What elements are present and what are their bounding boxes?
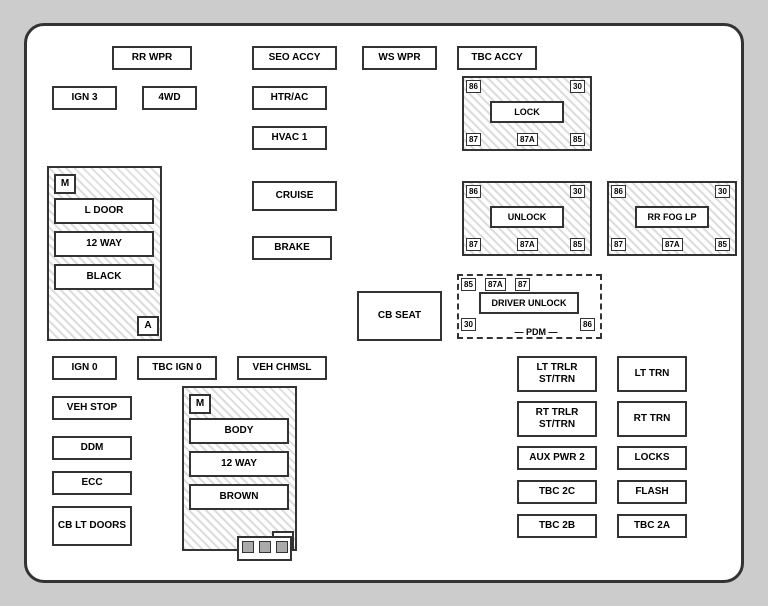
tbc-2a: TBC 2A [617, 514, 687, 538]
tbc-accy: TBC ACCY [457, 46, 537, 70]
rr-wpr: RR WPR [112, 46, 192, 70]
unlock-relay-pin-30: 30 [570, 185, 585, 198]
lock-relay-pin-85: 85 [570, 133, 585, 146]
seo-accy: SEO ACCY [252, 46, 337, 70]
ign3: IGN 3 [52, 86, 117, 110]
lock-relay-pin-86: 86 [466, 80, 481, 93]
rr-fog-relay-pin-85: 85 [715, 238, 730, 251]
connector-pin-2 [276, 541, 288, 553]
rt-trn: RT TRN [617, 401, 687, 437]
pdm-label: — PDM — [515, 327, 558, 337]
connector-pin-1 [259, 541, 271, 553]
12-way-b: 12 WAY [189, 451, 289, 477]
12-way-l: 12 WAY [54, 231, 154, 257]
pdm-pin-87: 87 [515, 278, 530, 291]
pdm-pin-30: 30 [461, 318, 476, 331]
cruise: CRUISE [252, 181, 337, 211]
rr-fog-relay-label: RR FOG LP [635, 206, 709, 228]
locks: LOCKS [617, 446, 687, 470]
tbc-2b: TBC 2B [517, 514, 597, 538]
pdm-pin-87A: 87A [485, 278, 506, 291]
ws-wpr: WS WPR [362, 46, 437, 70]
4wd: 4WD [142, 86, 197, 110]
cb-seat: CB SEAT [357, 291, 442, 341]
hvac1: HVAC 1 [252, 126, 327, 150]
aux-pwr2: AUX PWR 2 [517, 446, 597, 470]
rr-fog-relay-pin-86: 86 [611, 185, 626, 198]
tbc-ign0: TBC IGN 0 [137, 356, 217, 380]
veh-stop: VEH STOP [52, 396, 132, 420]
ddm: DDM [52, 436, 132, 460]
tbc-2c: TBC 2C [517, 480, 597, 504]
ign0: IGN 0 [52, 356, 117, 380]
lock-relay-pin-30: 30 [570, 80, 585, 93]
m-l: M [54, 174, 76, 194]
unlock-relay-pin-87A: 87A [517, 238, 538, 251]
cb-lt-doors: CB LT DOORS [52, 506, 132, 546]
fuse-diagram: RR WPR SEO ACCY WS WPR TBC ACCY IGN 3 4WD HTR/… [24, 23, 744, 583]
driver-unlock-box: DRIVER UNLOCK [479, 292, 579, 314]
rr-fog-relay-pin-30: 30 [715, 185, 730, 198]
unlock-relay-pin-87: 87 [466, 238, 481, 251]
body: BODY [189, 418, 289, 444]
unlock-relay-label: UNLOCK [490, 206, 564, 228]
unlock-relay-pin-86: 86 [466, 185, 481, 198]
flash: FLASH [617, 480, 687, 504]
l-door: L DOOR [54, 198, 154, 224]
brown: BROWN [189, 484, 289, 510]
lt-trn: LT TRN [617, 356, 687, 392]
m-b: M [189, 394, 211, 414]
rr-fog-relay-pin-87A: 87A [662, 238, 683, 251]
unlock-relay-pin-85: 85 [570, 238, 585, 251]
pdm-pin-86: 86 [580, 318, 595, 331]
a-l: A [137, 316, 159, 336]
lock-relay-pin-87: 87 [466, 133, 481, 146]
lock-relay-label: LOCK [490, 101, 564, 123]
veh-chmsl: VEH CHMSL [237, 356, 327, 380]
lt-trlr-st-trn: LT TRLR ST/TRN [517, 356, 597, 392]
rr-fog-relay-pin-87: 87 [611, 238, 626, 251]
pdm-pin-85: 85 [461, 278, 476, 291]
lock-relay-pin-87A: 87A [517, 133, 538, 146]
ecc: ECC [52, 471, 132, 495]
brake: BRAKE [252, 236, 332, 260]
rt-trlr-st-trn: RT TRLR ST/TRN [517, 401, 597, 437]
black: BLACK [54, 264, 154, 290]
htr-ac: HTR/AC [252, 86, 327, 110]
connector-pin-0 [242, 541, 254, 553]
